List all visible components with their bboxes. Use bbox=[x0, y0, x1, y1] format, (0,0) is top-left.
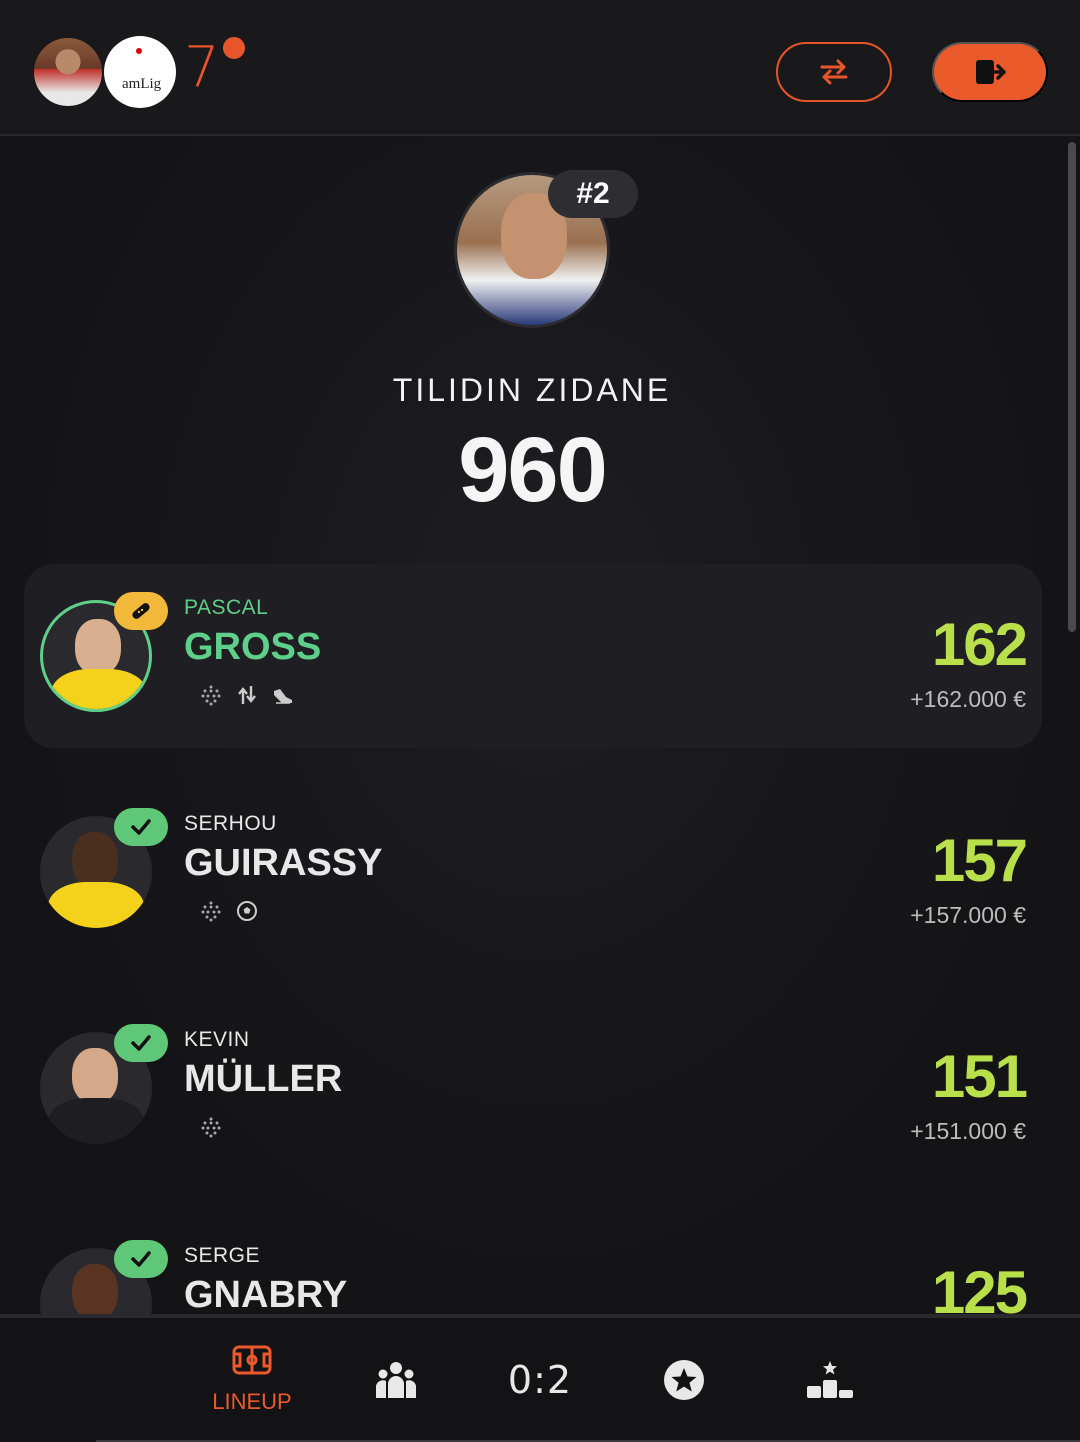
live-indicator bbox=[218, 32, 250, 64]
player-value: +162.000 € bbox=[910, 686, 1026, 712]
player-first-name: KEVIN bbox=[184, 1028, 250, 1051]
bottom-navigation: LINEUP 0:2 bbox=[0, 1314, 1080, 1442]
nav-matchday-score[interactable]: 0:2 bbox=[500, 1316, 580, 1442]
player-last-name: GROSS bbox=[184, 626, 322, 668]
player-value: +157.000 € bbox=[910, 902, 1026, 928]
nav-ranking[interactable] bbox=[800, 1316, 860, 1442]
check-icon bbox=[131, 819, 151, 835]
confirmed-badge bbox=[114, 808, 168, 846]
player-value: +151.000 € bbox=[910, 1118, 1026, 1144]
formation-icon bbox=[200, 684, 222, 706]
scrollbar[interactable] bbox=[1068, 142, 1076, 632]
player-avatar-shirt bbox=[48, 882, 144, 928]
confirmed-badge bbox=[114, 1240, 168, 1278]
matchday-score: 0:2 bbox=[507, 1358, 573, 1402]
player-stat-icons bbox=[200, 900, 258, 922]
check-icon bbox=[131, 1035, 151, 1051]
nav-favorites[interactable] bbox=[654, 1316, 714, 1442]
logout-icon bbox=[976, 60, 1006, 84]
total-points: 960 bbox=[458, 419, 608, 521]
player-row[interactable]: SERHOU GUIRASSY 157 +157.000 € bbox=[24, 780, 1042, 964]
substitution-icon bbox=[236, 684, 258, 706]
nav-team[interactable] bbox=[366, 1316, 426, 1442]
player-points: 157 bbox=[931, 827, 1028, 894]
formation-icon bbox=[200, 1116, 222, 1138]
rank-badge: #2 bbox=[548, 170, 638, 218]
player-last-name: MÜLLER bbox=[184, 1058, 343, 1100]
swap-arrows-icon bbox=[820, 59, 848, 85]
player-points: 125 bbox=[931, 1259, 1028, 1314]
player-last-name: GUIRASSY bbox=[184, 842, 383, 884]
player-avatar-shirt bbox=[48, 1098, 144, 1144]
player-avatar-head bbox=[72, 832, 118, 888]
star-icon bbox=[664, 1360, 704, 1400]
bandage-icon bbox=[132, 603, 150, 619]
nav-lineup-label: LINEUP bbox=[212, 1389, 292, 1414]
lineup-view[interactable]: #2 TILIDIN ZIDANE 960 PASCAL GROSS 162 +… bbox=[0, 138, 1080, 1314]
podium-icon bbox=[807, 1361, 853, 1398]
formation-icon bbox=[200, 900, 222, 922]
player-avatar-shirt bbox=[51, 669, 147, 709]
league-logo-mark bbox=[136, 48, 142, 54]
manager-name: TILIDIN ZIDANE bbox=[392, 372, 672, 408]
player-first-name: SERHOU bbox=[184, 812, 277, 835]
nav-lineup[interactable]: LINEUP bbox=[202, 1316, 302, 1442]
team-icon bbox=[376, 1362, 416, 1398]
user-avatar bbox=[32, 36, 104, 108]
player-row[interactable]: PASCAL GROSS 162 +162.000 € bbox=[24, 564, 1042, 748]
league-logo-text: amLig bbox=[122, 76, 162, 92]
check-icon bbox=[131, 1251, 151, 1267]
player-first-name: PASCAL bbox=[184, 596, 269, 619]
league-logo: amLig bbox=[104, 36, 176, 108]
ball-icon bbox=[236, 900, 258, 922]
app-root: amLig 7 #2 TILIDIN ZIDANE 960 PASCAL GRO… bbox=[0, 0, 1080, 1442]
player-stat-icons bbox=[200, 684, 294, 706]
player-avatar-head bbox=[75, 619, 121, 675]
top-bar: amLig 7 bbox=[0, 0, 1080, 136]
player-points: 162 bbox=[931, 611, 1028, 678]
player-last-name: GNABRY bbox=[184, 1274, 348, 1314]
lineup-icon bbox=[232, 1345, 272, 1375]
player-row[interactable]: SERGE GNABRY 125 bbox=[24, 1212, 1042, 1314]
round-number: 7 bbox=[184, 35, 220, 100]
player-points: 151 bbox=[931, 1043, 1028, 1110]
player-first-name: SERGE bbox=[184, 1244, 261, 1267]
boot-icon bbox=[272, 684, 294, 706]
confirmed-badge bbox=[114, 1024, 168, 1062]
injury-badge bbox=[114, 592, 168, 630]
player-avatar-head bbox=[72, 1048, 118, 1104]
player-row[interactable]: KEVIN MÜLLER 151 +151.000 € bbox=[24, 996, 1042, 1180]
player-stat-icons bbox=[200, 1116, 222, 1138]
league-avatar-group[interactable]: amLig bbox=[32, 36, 176, 110]
switch-team-button[interactable] bbox=[776, 42, 892, 102]
exit-button[interactable] bbox=[932, 42, 1048, 102]
player-avatar-head bbox=[72, 1264, 118, 1314]
